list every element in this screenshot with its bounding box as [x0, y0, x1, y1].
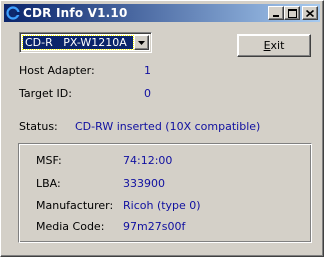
cdr-app-icon [6, 6, 20, 20]
exit-button-accel: E [263, 39, 271, 52]
manufacturer-label: Manufacturer: [36, 199, 114, 212]
status-label: Status: [19, 120, 58, 133]
window-title: CDR Info V1.10 [23, 6, 128, 20]
maximize-icon [287, 8, 297, 18]
drive-select[interactable]: CD-R PX-W1210A [19, 32, 152, 53]
close-button[interactable] [302, 6, 318, 20]
app-window: CDR Info V1.10 CD-R PX-W1210A Exit Host … [0, 0, 324, 257]
host-adapter-label: Host Adapter: [19, 64, 95, 77]
maximize-button[interactable] [284, 6, 300, 20]
status-value: CD-RW inserted (10X compatible) [75, 120, 261, 133]
media-code-value: 97m27s00f [123, 220, 186, 233]
media-code-label: Media Code: [36, 220, 105, 233]
exit-button-label: xit [270, 39, 285, 52]
lba-label: LBA: [36, 177, 61, 190]
host-adapter-value: 1 [144, 64, 151, 77]
lba-value: 333900 [123, 177, 165, 190]
chevron-down-icon [138, 40, 145, 45]
minimize-icon [273, 14, 279, 17]
close-icon [306, 9, 314, 17]
msf-value: 74:12:00 [123, 154, 173, 167]
target-id-label: Target ID: [19, 87, 72, 100]
target-id-value: 0 [144, 87, 151, 100]
exit-button[interactable]: Exit [237, 34, 311, 57]
drive-select-dropdown-button[interactable] [134, 35, 149, 50]
msf-label: MSF: [36, 154, 62, 167]
title-bar[interactable]: CDR Info V1.10 [4, 4, 320, 22]
manufacturer-value: Ricoh (type 0) [123, 199, 201, 212]
drive-select-value: CD-R PX-W1210A [22, 35, 134, 50]
minimize-button[interactable] [268, 6, 284, 20]
